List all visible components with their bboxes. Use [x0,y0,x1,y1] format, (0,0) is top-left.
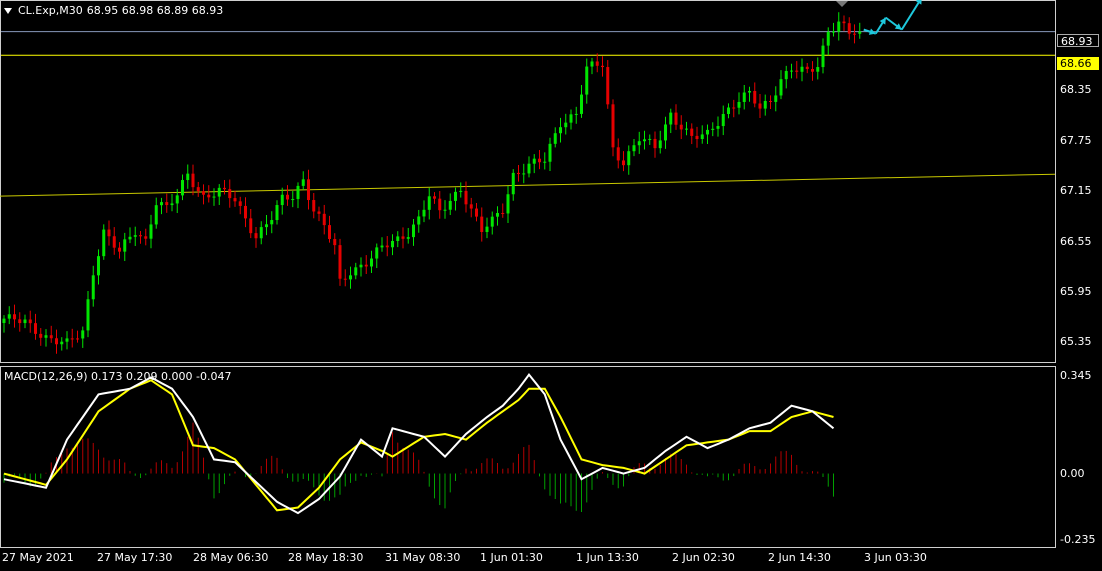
time-axis-label: 2 Jun 02:30 [672,551,735,564]
macd-axis-label: 0.00 [1060,467,1085,480]
macd-axis-label: -0.235 [1060,533,1096,546]
price-axis-label: 65.95 [1060,285,1092,298]
price-axis-label: 66.55 [1060,235,1092,248]
ohlc-values: 68.95 68.98 68.89 68.93 [86,4,224,17]
price-axis-label: 68.35 [1060,83,1092,96]
symbol-label: CL.Exp,M30 [18,4,83,17]
trading-chart[interactable]: CL.Exp,M30 68.95 68.98 68.89 68.93 68.93… [0,0,1102,568]
time-axis-label: 1 Jun 13:30 [576,551,639,564]
chart-header: CL.Exp,M30 68.95 68.98 68.89 68.93 [4,4,223,17]
price-axis-label: 65.35 [1060,335,1092,348]
time-axis-label: 27 May 2021 [2,551,74,564]
triangle-down-icon[interactable] [4,7,12,14]
time-axis-label: 2 Jun 14:30 [768,551,831,564]
current-price-tag: 68.93 [1057,34,1099,48]
macd-indicator-label[interactable]: MACD(12,26,9) 0.173 0.209 0.000 -0.047 [4,370,231,383]
macd-axis-label: 0.345 [1060,369,1092,382]
time-axis-label: 31 May 08:30 [385,551,461,564]
candle [606,60,610,109]
time-axis-label: 3 Jun 03:30 [864,551,927,564]
level-price-tag: 68.66 [1057,57,1099,70]
price-axis-label: 67.75 [1060,134,1092,147]
time-axis-label: 1 Jun 01:30 [480,551,543,564]
price-axis-label: 67.15 [1060,184,1092,197]
chart-canvas[interactable] [0,0,1102,568]
time-axis-label: 27 May 17:30 [97,551,173,564]
time-axis-label: 28 May 18:30 [288,551,364,564]
candle [102,224,106,260]
time-axis-label: 28 May 06:30 [193,551,269,564]
